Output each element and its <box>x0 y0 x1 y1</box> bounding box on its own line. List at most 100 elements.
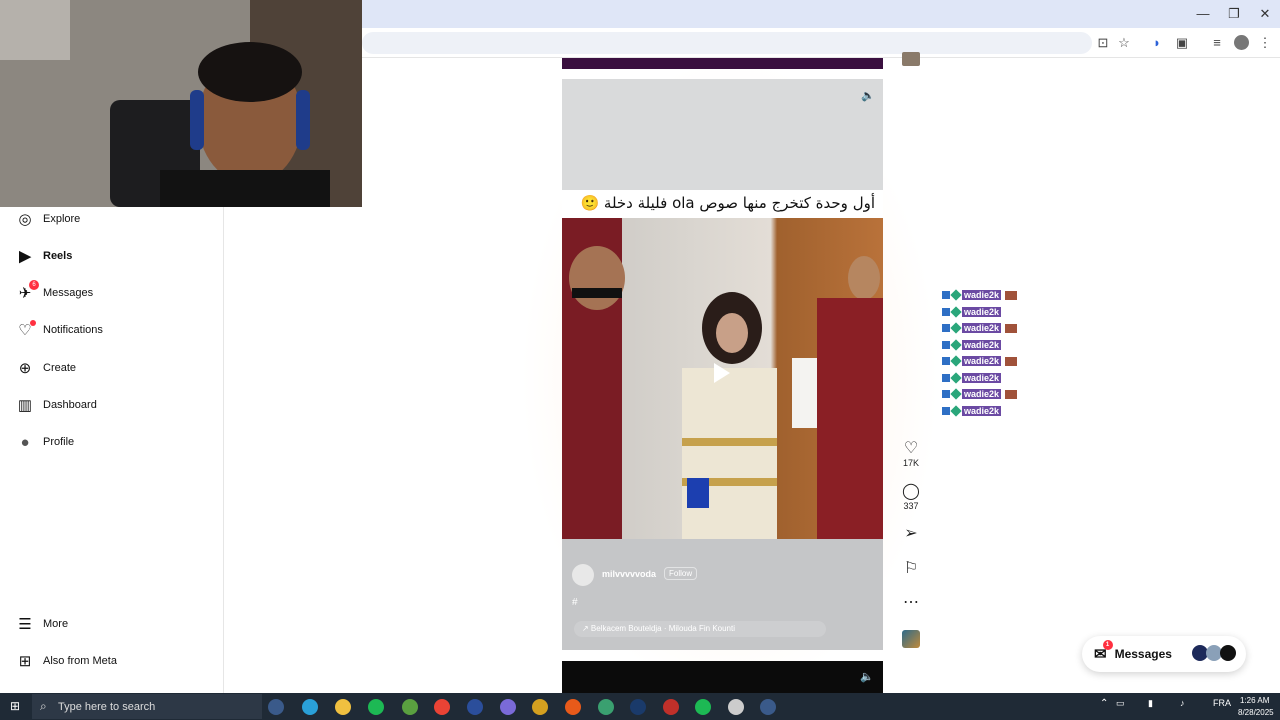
sidebar-item-label: Explore <box>43 213 81 225</box>
sidebar-item-notifications[interactable]: ♡ Notifications <box>16 317 103 343</box>
messages-pill[interactable]: ✉ 1 Messages <box>1082 636 1246 672</box>
taskbar-search[interactable]: ⌕ Type here to search <box>32 694 262 719</box>
task-view-icon[interactable] <box>268 699 284 715</box>
messenger-icon: ✉ 1 <box>1094 640 1113 663</box>
close-button[interactable]: ✕ <box>1250 4 1280 24</box>
firefox-icon[interactable] <box>598 699 614 715</box>
app-icon[interactable] <box>630 699 646 715</box>
hamburger-icon: ☰ <box>18 616 32 633</box>
media-control-icon[interactable]: ≡ <box>1208 34 1226 52</box>
badge-icon <box>942 390 950 398</box>
volume-icon[interactable]: ♪ <box>1180 698 1185 708</box>
audio-thumbnail[interactable] <box>902 630 920 648</box>
badge-icon <box>942 291 950 299</box>
address-bar[interactable] <box>362 32 1092 54</box>
send-icon: ➢ <box>904 525 918 542</box>
sidebar-item-create[interactable]: ⊕ Create <box>16 355 76 381</box>
sidebar-also-from-meta[interactable]: ⊞ Also from Meta <box>16 648 117 674</box>
mic-icon[interactable]: ▮ <box>1148 698 1153 709</box>
like-count: 17K <box>902 458 919 468</box>
photoshop-icon[interactable] <box>500 699 516 715</box>
spotify-icon[interactable] <box>402 699 418 715</box>
comment-button[interactable]: ◯ 337 <box>897 483 925 511</box>
previous-reel[interactable] <box>562 58 883 69</box>
language-indicator[interactable]: FRA <box>1213 698 1231 708</box>
save-button[interactable]: ⚐ <box>897 560 925 578</box>
discord-icon[interactable] <box>532 699 548 715</box>
chat-message: wadie2k <box>942 305 1002 319</box>
menu-kebab-icon[interactable]: ⋮ <box>1256 34 1274 52</box>
chrome-icon[interactable] <box>467 699 483 715</box>
chat-username: wadie2k <box>962 389 1002 399</box>
emote-icon <box>1005 323 1018 333</box>
sidebar-item-explore[interactable]: ◎ Explore <box>16 206 80 232</box>
play-icon[interactable] <box>714 363 730 383</box>
messages-label: Messages <box>1114 647 1172 661</box>
chat-username: wadie2k <box>962 306 1002 317</box>
compass-icon: ◎ <box>18 211 32 228</box>
badge-icon <box>950 289 962 301</box>
share-button[interactable]: ➢ <box>897 525 925 543</box>
app-icon[interactable] <box>434 699 450 715</box>
reel-hashtag[interactable]: # <box>572 597 578 608</box>
install-icon[interactable]: ⊡ <box>1094 34 1112 52</box>
network-icon[interactable]: ▭ <box>1116 698 1125 709</box>
badge-icon <box>942 373 950 382</box>
apps-grid-icon: ⊞ <box>18 653 32 670</box>
emote-icon <box>1005 356 1018 366</box>
telegram-icon[interactable] <box>335 699 351 715</box>
more-options-button[interactable]: ⋯ <box>897 594 925 612</box>
speaker-muted-icon[interactable]: 🔈 <box>860 89 876 105</box>
speaker-muted-icon[interactable]: 🔈 <box>860 670 874 683</box>
bookmark-star-icon[interactable]: ☆ <box>1115 34 1133 52</box>
minimize-button[interactable]: — <box>1188 4 1218 24</box>
like-button[interactable]: ♡ 17K <box>897 440 925 468</box>
chat-username: wadie2k <box>962 405 1002 416</box>
obs-icon[interactable] <box>760 699 776 715</box>
badge-icon <box>942 324 950 332</box>
webcam-overlay <box>0 0 362 207</box>
taskbar-search-placeholder: Type here to search <box>58 700 156 713</box>
heart-icon: ♡ <box>903 440 919 457</box>
plus-square-icon: ⊕ <box>18 360 32 377</box>
copilot-icon[interactable] <box>302 699 318 715</box>
app-icon[interactable] <box>695 699 711 715</box>
windows-start-icon[interactable]: ⊞ <box>10 700 22 712</box>
chat-username: wadie2k <box>962 290 1002 300</box>
reels-icon: ▶ <box>19 248 31 265</box>
sidebar-more[interactable]: ☰ More <box>16 611 68 637</box>
tray-chevron-icon[interactable]: ⌃ <box>1100 698 1108 709</box>
clock-date[interactable]: 8/28/2025 <box>1238 708 1274 717</box>
emote-icon <box>1005 389 1018 399</box>
restore-button[interactable]: ❐ <box>1219 4 1249 24</box>
comment-icon: ◯ <box>902 483 920 500</box>
reel-player[interactable]: 🔈 أول وحدة كتخرج منها صوص ola فليلة دخلة… <box>562 79 883 650</box>
badge-icon <box>950 338 962 351</box>
messages-badge: 1 <box>1102 640 1113 650</box>
profile-avatar[interactable] <box>1234 35 1249 50</box>
badge-icon <box>942 357 950 365</box>
avatar-icon: ● <box>20 433 30 451</box>
avatar <box>1220 645 1236 661</box>
badge-icon <box>942 406 950 415</box>
file-explorer-icon[interactable] <box>368 699 384 715</box>
previous-audio-thumb[interactable] <box>902 52 920 66</box>
reel-author[interactable]: milvvvvvoda <box>602 569 656 579</box>
next-reel[interactable]: 🔈 <box>562 661 883 693</box>
sidebar-item-messages[interactable]: ✈ 6 Messages <box>16 280 93 306</box>
sidebar-item-dashboard[interactable]: ▥ Dashboard <box>16 392 97 418</box>
badge-icon <box>950 355 962 367</box>
author-avatar[interactable] <box>572 564 594 586</box>
extension-icon[interactable]: ◗ <box>1148 34 1166 52</box>
sidebar-item-profile[interactable]: ● Profile <box>16 429 74 455</box>
app-icon[interactable] <box>565 699 581 715</box>
spotify-icon[interactable] <box>728 699 744 715</box>
app-icon[interactable] <box>663 699 679 715</box>
clock-time[interactable]: 1:26 AM <box>1240 696 1269 705</box>
chart-icon: ▥ <box>17 397 33 414</box>
reel-audio[interactable]: ↗ Belkacem Bouteldja · Milouda Fin Kount… <box>574 621 826 637</box>
puzzle-icon[interactable]: ▣ <box>1173 34 1191 52</box>
sidebar-item-reels[interactable]: ▶ Reels <box>16 243 72 269</box>
reel-video[interactable] <box>562 218 883 539</box>
follow-button[interactable]: Follow <box>664 567 698 580</box>
